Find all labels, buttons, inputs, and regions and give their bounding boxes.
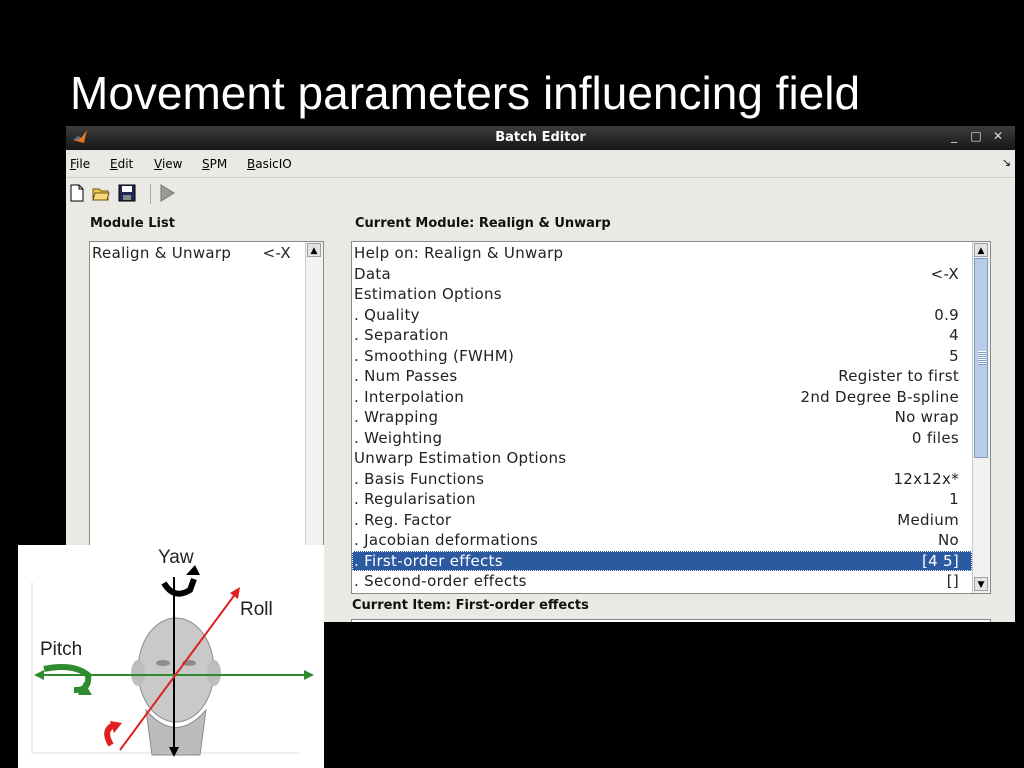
row-label: . Regularisation	[354, 490, 476, 508]
row-label: . Reg. Factor	[354, 510, 452, 529]
row-value: []	[946, 572, 959, 590]
row-value: Register to first	[838, 367, 959, 385]
row-label: . Weighting	[354, 428, 443, 447]
row-label: . Quality	[354, 305, 420, 324]
module-row[interactable]: . Basis Functions 12x12x*	[352, 469, 972, 489]
row-label: Help on: Realign & Unwarp	[354, 244, 564, 262]
module-list-heading: Module List	[90, 216, 175, 231]
module-row[interactable]: Data <-X	[352, 264, 972, 284]
selected-module-row[interactable]: . First-order effects [4 5]	[352, 550, 972, 571]
module-row[interactable]: Unwarp Estimation Options	[352, 448, 972, 468]
close-button[interactable]: ✕	[987, 129, 1009, 143]
current-module-panel[interactable]: Help on: Realign & Unwarp Data <-X Estimati…	[351, 241, 991, 594]
scroll-up-icon[interactable]: ▲	[974, 243, 988, 257]
head-illustration	[137, 617, 215, 723]
menu-view[interactable]: View	[154, 157, 182, 171]
current-module-heading: Current Module: Realign & Unwarp	[355, 216, 611, 231]
row-value: 0 files	[911, 428, 959, 447]
row-label: Estimation Options	[354, 285, 502, 303]
head-motion-figure: Yaw Roll Pitch	[18, 545, 324, 768]
scrollbar-thumb[interactable]	[974, 258, 988, 458]
maximize-button[interactable]: □	[965, 129, 987, 143]
module-row[interactable]: . Quality 0.9	[352, 305, 972, 325]
slide-title: Movement parameters influencing field	[70, 67, 861, 119]
row-value: 12x12x*	[893, 469, 959, 488]
toolbar-separator	[150, 184, 151, 204]
menu-basicio[interactable]: BasicIO	[247, 157, 292, 171]
menu-edit[interactable]: Edit	[110, 157, 133, 171]
current-module-scrollbar[interactable]: ▲ ▼	[972, 242, 990, 593]
menu-overflow-arrow[interactable]: ↘	[1002, 156, 1011, 169]
row-label: . Smoothing (FWHM)	[354, 346, 515, 365]
current-item-heading: Current Item: First-order effects	[352, 598, 589, 613]
window-title: Batch Editor	[495, 130, 586, 145]
scrollbar-grip	[978, 351, 986, 365]
row-value: 2nd Degree B-spline	[800, 387, 959, 406]
row-label: . Interpolation	[354, 387, 465, 406]
row-value: No wrap	[894, 408, 959, 426]
row-value: 4	[949, 326, 959, 344]
pitch-label: Pitch	[40, 639, 83, 660]
row-value: 1	[949, 490, 959, 508]
row-label: . Separation	[354, 326, 449, 344]
row-label: . Num Passes	[354, 367, 458, 385]
menu-bar: File Edit View SPM BasicIO ↘	[66, 150, 1015, 178]
menu-spm[interactable]: SPM	[202, 157, 227, 171]
row-value: 0.9	[934, 305, 959, 324]
current-item-panel[interactable]	[351, 619, 991, 622]
yaw-label: Yaw	[158, 547, 194, 568]
module-list-item[interactable]: Realign & Unwarp <-X	[90, 243, 323, 263]
open-folder-icon[interactable]	[92, 184, 110, 202]
save-icon[interactable]	[118, 184, 136, 202]
row-value: Medium	[897, 510, 959, 529]
row-label: . Basis Functions	[354, 469, 485, 488]
module-row[interactable]: . Jacobian deformations No	[352, 530, 972, 550]
row-value: <-X	[930, 264, 959, 283]
row-label: . Second-order effects	[354, 572, 527, 590]
module-row[interactable]: . Interpolation 2nd Degree B-spline	[352, 387, 972, 407]
roll-label: Roll	[240, 599, 273, 620]
row-label: . Wrapping	[354, 408, 439, 426]
toolbar	[66, 178, 1015, 208]
row-label: . First-order effects	[354, 551, 503, 570]
minimize-button[interactable]: _	[943, 129, 965, 143]
scroll-down-icon[interactable]: ▼	[974, 577, 988, 591]
row-label: Unwarp Estimation Options	[354, 449, 567, 467]
module-row[interactable]: . Wrapping No wrap	[352, 407, 972, 427]
module-row[interactable]: . Num Passes Register to first	[352, 366, 972, 386]
run-icon[interactable]	[158, 184, 176, 202]
module-row[interactable]: . Second-order effects []	[352, 571, 972, 591]
module-row[interactable]: . Weighting 0 files	[352, 428, 972, 448]
scroll-up-icon[interactable]: ▲	[307, 243, 321, 257]
menu-file[interactable]: File	[70, 157, 90, 171]
row-label: Data	[354, 264, 392, 283]
module-row[interactable]: . Reg. Factor Medium	[352, 510, 972, 530]
row-label: . Jacobian deformations	[354, 531, 539, 549]
row-value: [4 5]	[921, 551, 959, 570]
title-bar[interactable]: Batch Editor _ □ ✕	[66, 126, 1015, 150]
module-row[interactable]: Estimation Options	[352, 284, 972, 304]
new-file-icon[interactable]	[68, 184, 86, 202]
module-row[interactable]: . Smoothing (FWHM) 5	[352, 346, 972, 366]
module-row[interactable]: Help on: Realign & Unwarp	[352, 243, 972, 263]
module-row[interactable]: . Regularisation 1	[352, 489, 972, 509]
module-row[interactable]: . Separation 4	[352, 325, 972, 345]
row-value: 5	[949, 346, 959, 365]
row-value: No	[938, 531, 959, 549]
